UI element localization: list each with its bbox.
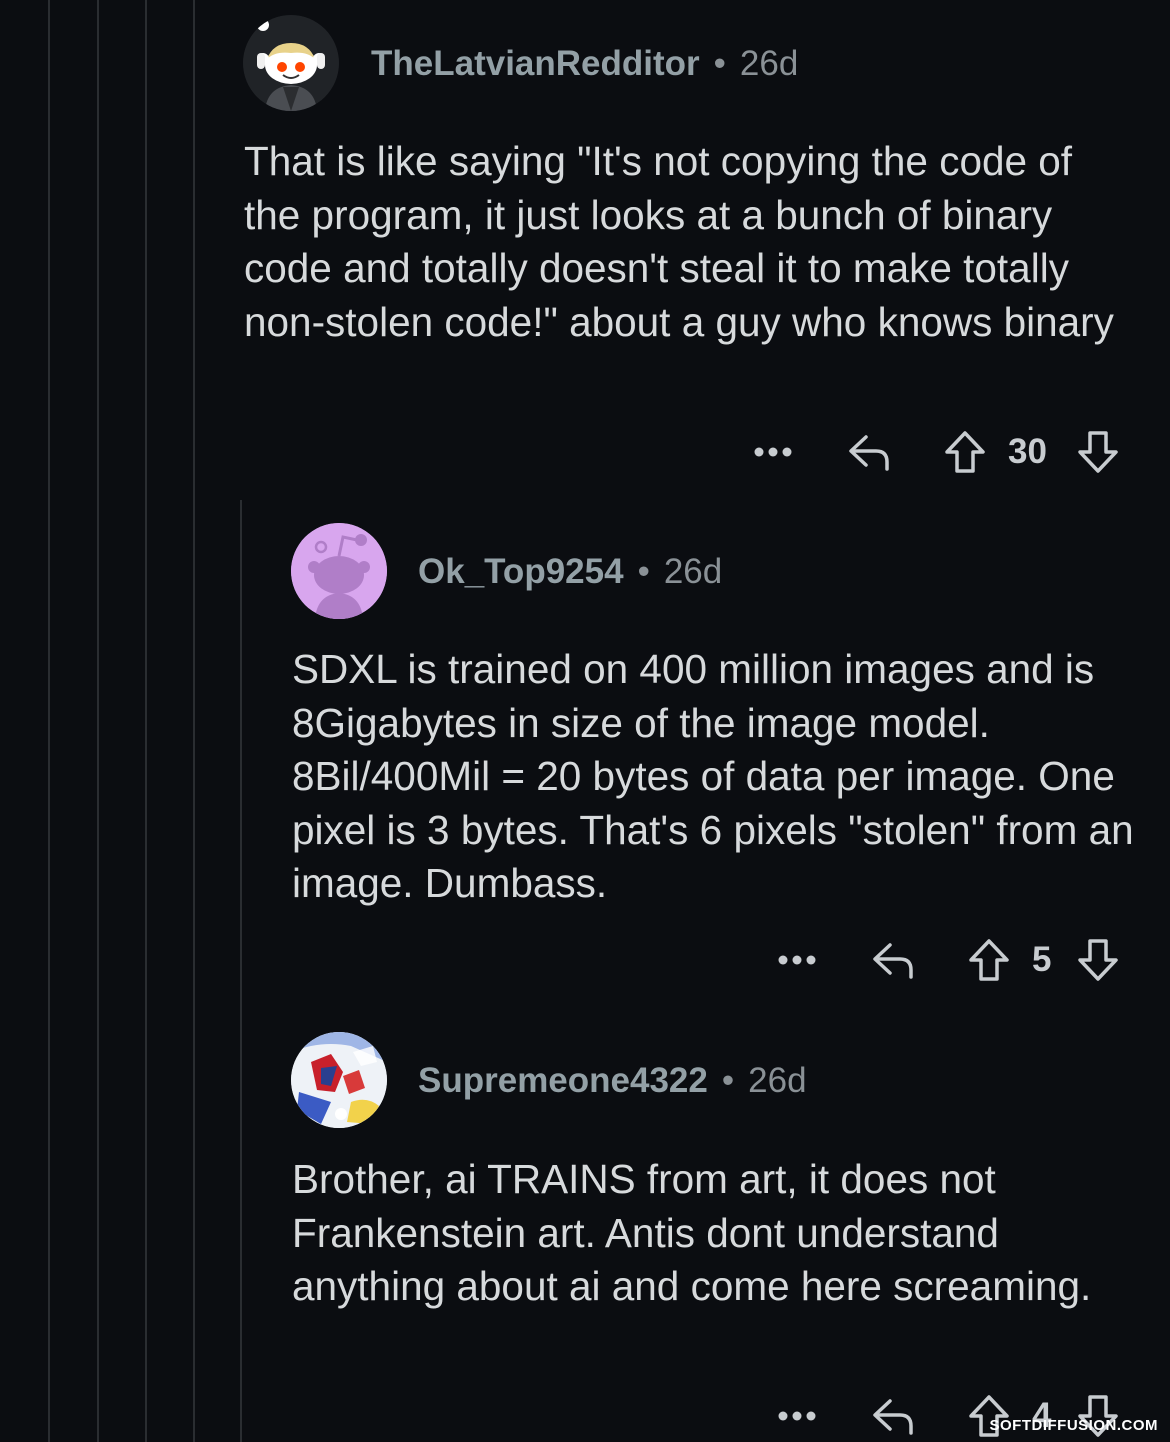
downvote-icon[interactable]	[1075, 428, 1121, 476]
meta-separator: •	[637, 552, 650, 591]
comment-age: 26d	[663, 552, 723, 591]
meta-separator: •	[713, 44, 726, 83]
default-snoo-avatar-icon[interactable]	[291, 523, 387, 619]
upvote-icon[interactable]	[942, 428, 988, 476]
comment-meta: Supremeone4322 • 26d	[418, 1059, 807, 1103]
meta-separator: •	[721, 1061, 735, 1100]
comment-age: 26d	[739, 44, 799, 83]
comment-age: 26d	[748, 1061, 807, 1100]
vote-score: 30	[1008, 432, 1047, 471]
comment-actions: 5	[0, 936, 1170, 984]
reply-icon[interactable]	[869, 1392, 917, 1440]
more-options-icon[interactable]	[776, 936, 818, 984]
more-options-icon[interactable]	[776, 1392, 818, 1440]
comment: TheLatvianRedditor • 26d That is like sa…	[0, 0, 1170, 490]
comment: Ok_Top9254 • 26d SDXL is trained on 400 …	[0, 500, 1170, 1000]
comment-body: That is like saying "It's not copying th…	[244, 138, 1114, 345]
downvote-icon[interactable]	[1075, 936, 1121, 984]
more-options-icon[interactable]	[752, 428, 794, 476]
comment-actions: 30	[0, 428, 1170, 476]
artwork-avatar-icon[interactable]	[291, 1032, 387, 1128]
comment-meta: TheLatvianRedditor • 26d	[371, 42, 798, 86]
vote-score: 5	[1032, 940, 1052, 979]
username[interactable]: TheLatvianRedditor	[371, 44, 700, 84]
snoo-avatar-headphones-icon[interactable]	[243, 15, 339, 111]
comment: Supremeone4322 • 26d Brother, ai TRAINS …	[0, 1010, 1170, 1442]
watermark: SOFTDIFFUSION.COM	[989, 1417, 1158, 1434]
username[interactable]: Ok_Top9254	[418, 552, 624, 592]
comment-body: SDXL is trained on 400 million images an…	[292, 646, 1134, 906]
username[interactable]: Supremeone4322	[418, 1061, 708, 1101]
comment-body: Brother, ai TRAINS from art, it does not…	[292, 1156, 1092, 1309]
comment-meta: Ok_Top9254 • 26d	[418, 550, 722, 594]
upvote-icon[interactable]	[966, 936, 1012, 984]
reply-icon[interactable]	[845, 428, 893, 476]
reply-icon[interactable]	[869, 936, 917, 984]
